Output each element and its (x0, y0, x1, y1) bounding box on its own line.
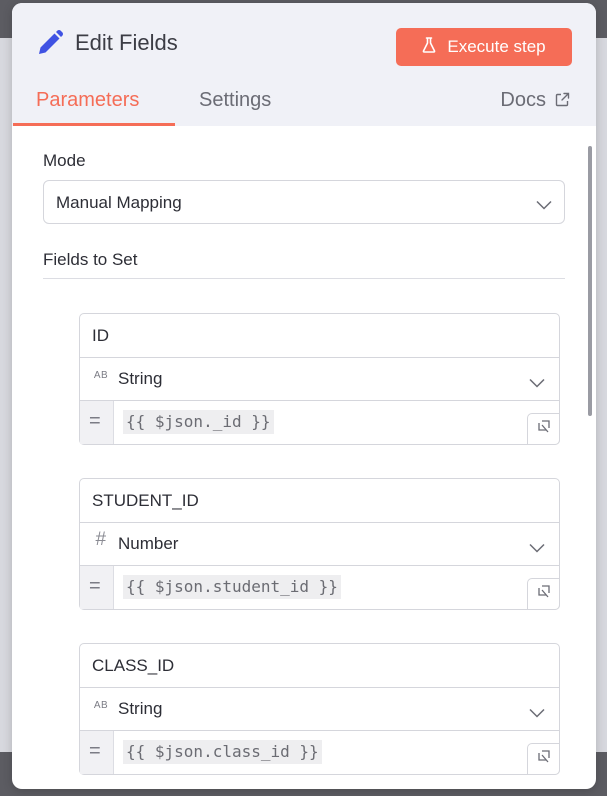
field-card: CLASS_ID AB String = {{ $json.class_id }… (79, 643, 560, 775)
field-separator (80, 730, 559, 731)
panel-scrollbar[interactable] (588, 146, 592, 416)
docs-link[interactable]: Docs (500, 89, 570, 113)
equals-icon: = (89, 740, 101, 762)
panel-tabs: Parameters Settings Docs (12, 89, 596, 126)
panel-header: Edit Fields Execute step Parameters Sett… (12, 3, 596, 126)
chevron-down-icon (536, 197, 552, 215)
field-card: STUDENT_ID # Number = {{ $json.student_i… (79, 478, 560, 610)
mapping-toggle-button[interactable] (527, 578, 560, 610)
field-separator (80, 400, 559, 401)
field-separator (80, 357, 559, 358)
execute-step-button[interactable]: Execute step (396, 28, 572, 66)
mode-select[interactable]: Manual Mapping (43, 180, 565, 224)
active-tab-indicator (13, 123, 175, 126)
tab-parameters[interactable]: Parameters (36, 89, 139, 126)
field-type-value[interactable]: String (118, 699, 162, 719)
field-card: ID AB String = {{ $json._id }} (79, 313, 560, 445)
chevron-down-icon[interactable] (529, 375, 545, 393)
mode-label: Mode (43, 151, 86, 170)
section-divider (43, 278, 565, 279)
mapping-toggle-icon (537, 419, 551, 439)
string-type-icon: AB (93, 370, 109, 381)
mapping-toggle-icon (537, 749, 551, 769)
field-name[interactable]: ID (92, 326, 109, 346)
field-expression-input[interactable]: {{ $json.student_id }} (123, 575, 341, 599)
docs-label: Docs (500, 89, 546, 111)
panel-title: Edit Fields (75, 30, 178, 55)
field-name[interactable]: STUDENT_ID (92, 491, 199, 511)
field-separator (80, 687, 559, 688)
field-expression-input[interactable]: {{ $json._id }} (123, 410, 274, 434)
field-expression-input[interactable]: {{ $json.class_id }} (123, 740, 322, 764)
field-type-value[interactable]: Number (118, 534, 178, 554)
flask-icon (422, 36, 447, 58)
field-separator (80, 565, 559, 566)
mapping-toggle-button[interactable] (527, 743, 560, 775)
string-type-icon: AB (93, 700, 109, 711)
title-row: Edit Fields (36, 29, 178, 57)
mapping-toggle-icon (537, 584, 551, 604)
chevron-down-icon[interactable] (529, 705, 545, 723)
node-details-panel: Edit Fields Execute step Parameters Sett… (12, 3, 596, 789)
field-separator (80, 522, 559, 523)
execute-step-label: Execute step (447, 37, 546, 56)
field-name[interactable]: CLASS_ID (92, 656, 174, 676)
field-type-value[interactable]: String (118, 369, 162, 389)
mapping-toggle-button[interactable] (527, 413, 560, 445)
mode-select-value: Manual Mapping (56, 193, 182, 212)
number-type-icon: # (95, 529, 107, 550)
external-link-icon (546, 89, 570, 113)
fields-to-set-label: Fields to Set (43, 250, 138, 269)
chevron-down-icon[interactable] (529, 540, 545, 558)
equals-icon: = (89, 410, 101, 432)
equals-icon: = (89, 575, 101, 597)
pencil-icon (36, 29, 64, 57)
tab-settings[interactable]: Settings (199, 89, 271, 126)
